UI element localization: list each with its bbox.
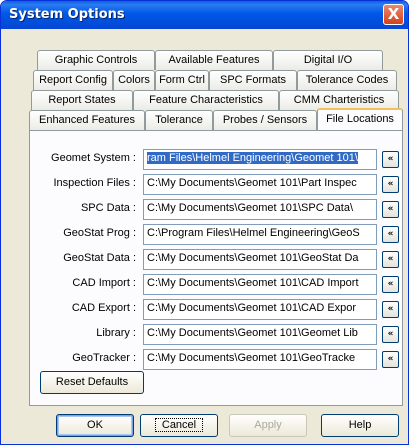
browse-button[interactable]: « <box>382 201 399 218</box>
tab-form-ctrl[interactable]: Form Ctrl <box>155 70 209 90</box>
location-row-geostat-data: GeoStat Data : C:\My Documents\Geomet 10… <box>30 249 404 271</box>
tab-graphic-controls[interactable]: Graphic Controls <box>37 50 155 70</box>
location-row-spc-data: SPC Data : C:\My Documents\Geomet 101\SP… <box>30 199 404 221</box>
tab-enhanced-features[interactable]: Enhanced Features <box>29 110 145 130</box>
cad-import-path-input[interactable]: C:\My Documents\Geomet 101\CAD Import <box>143 274 377 295</box>
cad-export-path-input[interactable]: C:\My Documents\Geomet 101\CAD Expor <box>143 299 377 320</box>
tab-feature-characteristics[interactable]: Feature Characteristics <box>133 90 279 110</box>
browse-button[interactable]: « <box>382 301 399 318</box>
tab-spc-formats[interactable]: SPC Formats <box>209 70 297 90</box>
location-row-geomet-system: Geomet System : ram Files\Helmel Enginee… <box>30 149 404 171</box>
tab-tolerance[interactable]: Tolerance <box>145 110 213 130</box>
geostat-prog-path-input[interactable]: C:\Program Files\Helmel Engineering\GeoS <box>143 224 377 245</box>
browse-button[interactable]: « <box>382 251 399 268</box>
tab-strip: Graphic Controls Available Features Digi… <box>29 50 403 131</box>
location-label: CAD Export : <box>71 302 136 314</box>
geotracker-path-input[interactable]: C:\My Documents\Geomet 101\GeoTracke <box>143 349 377 370</box>
location-row-cad-import: CAD Import : C:\My Documents\Geomet 101\… <box>30 274 404 296</box>
ok-button-label: OK <box>87 419 103 431</box>
tab-row-4: Enhanced Features Tolerance Probes / Sen… <box>29 108 403 130</box>
cancel-button[interactable]: Cancel <box>140 414 218 437</box>
location-label: Inspection Files : <box>53 177 136 189</box>
browse-button[interactable]: « <box>382 226 399 243</box>
browse-button[interactable]: « <box>382 276 399 293</box>
location-label: SPC Data : <box>80 202 136 214</box>
tab-report-states[interactable]: Report States <box>31 90 133 110</box>
tab-probes-sensors[interactable]: Probes / Sensors <box>213 110 317 130</box>
tab-row-2: Report Config Colors Form Ctrl SPC Forma… <box>33 70 397 90</box>
browse-button[interactable]: « <box>382 351 399 368</box>
tab-row-3: Report States Feature Characteristics CM… <box>31 90 399 110</box>
location-row-inspection-files: Inspection Files : C:\My Documents\Geome… <box>30 174 404 196</box>
help-button[interactable]: Help <box>321 414 399 437</box>
location-label: Geomet System : <box>51 152 136 164</box>
cancel-button-label: Cancel <box>154 418 204 432</box>
browse-button[interactable]: « <box>382 151 399 168</box>
file-locations-panel: Geomet System : ram Files\Helmel Enginee… <box>29 130 403 406</box>
tab-report-config[interactable]: Report Config <box>33 70 113 90</box>
close-button[interactable]: X <box>383 4 404 25</box>
tab-digital-io[interactable]: Digital I/O <box>273 50 383 70</box>
reset-defaults-button[interactable]: Reset Defaults <box>40 371 144 394</box>
inspection-files-path-input[interactable]: C:\My Documents\Geomet 101\Part Inspec <box>143 174 377 195</box>
ok-button[interactable]: OK <box>56 414 134 437</box>
geomet-system-path-input[interactable]: ram Files\Helmel Engineering\Geomet 101\ <box>143 149 377 170</box>
library-path-input[interactable]: C:\My Documents\Geomet 101\Geomet Lib <box>143 324 377 345</box>
browse-button[interactable]: « <box>382 326 399 343</box>
browse-button[interactable]: « <box>382 176 399 193</box>
location-label: Library : <box>96 327 136 339</box>
geostat-data-path-input[interactable]: C:\My Documents\Geomet 101\GeoStat Da <box>143 249 377 270</box>
location-label: GeoStat Prog : <box>63 227 136 239</box>
location-label: GeoStat Data : <box>63 252 136 264</box>
tab-file-locations[interactable]: File Locations <box>317 108 403 130</box>
tab-available-features[interactable]: Available Features <box>155 50 273 70</box>
system-options-dialog: System Options X Graphic Controls Availa… <box>0 0 409 445</box>
location-label: CAD Import : <box>72 277 136 289</box>
location-row-library: Library : C:\My Documents\Geomet 101\Geo… <box>30 324 404 346</box>
location-row-geotracker: GeoTracker : C:\My Documents\Geomet 101\… <box>30 349 404 371</box>
title-bar[interactable]: System Options X <box>1 1 408 29</box>
spc-data-path-input[interactable]: C:\My Documents\Geomet 101\SPC Data\ <box>143 199 377 220</box>
window-title: System Options <box>9 7 125 22</box>
location-row-geostat-prog: GeoStat Prog : C:\Program Files\Helmel E… <box>30 224 404 246</box>
location-label: GeoTracker : <box>72 352 136 364</box>
tab-colors[interactable]: Colors <box>113 70 155 90</box>
tab-cmm-charteristics[interactable]: CMM Charteristics <box>279 90 399 110</box>
apply-button[interactable]: Apply <box>229 414 307 437</box>
tab-row-1: Graphic Controls Available Features Digi… <box>37 50 383 70</box>
location-row-cad-export: CAD Export : C:\My Documents\Geomet 101\… <box>30 299 404 321</box>
tab-tolerance-codes[interactable]: Tolerance Codes <box>297 70 397 90</box>
